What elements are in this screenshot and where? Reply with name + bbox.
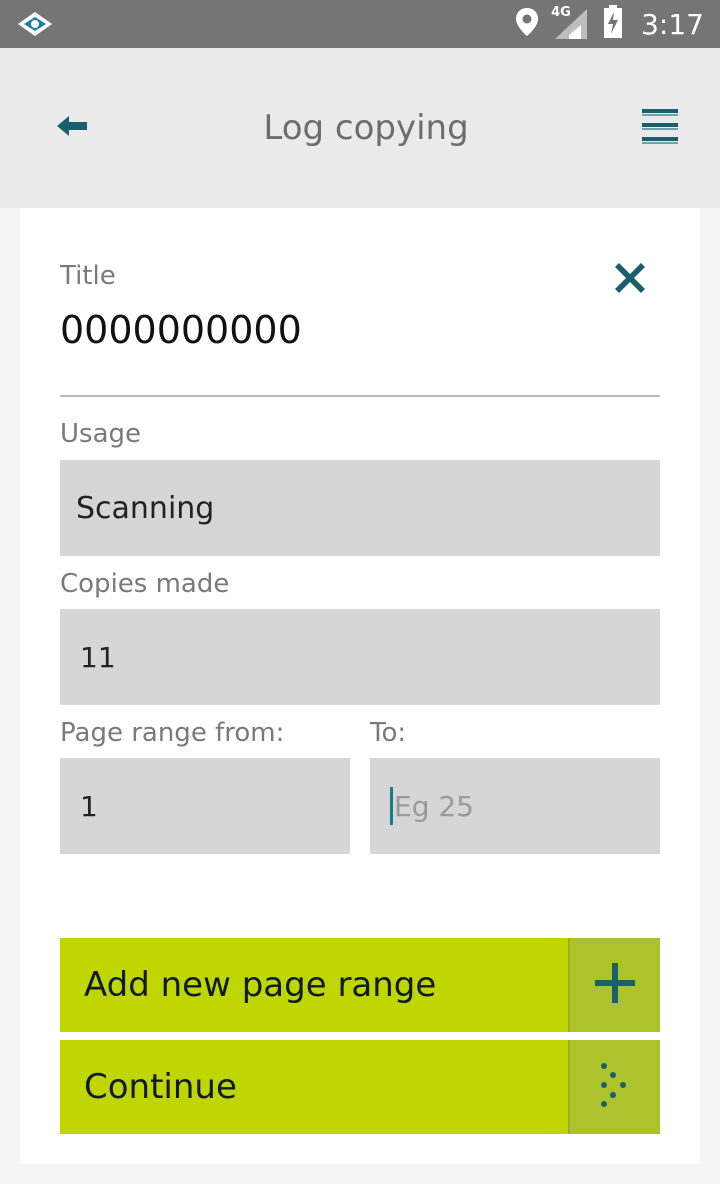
hamburger-menu-icon	[642, 108, 678, 148]
plus-icon	[593, 961, 637, 1009]
add-page-range-icon-area	[568, 938, 660, 1032]
clear-title-button[interactable]	[612, 262, 648, 298]
add-page-range-label: Add new page range	[84, 965, 437, 1005]
title-divider	[60, 395, 660, 397]
page-range-to-input[interactable]: Eg 25	[370, 758, 660, 854]
title-label: Title	[60, 261, 116, 291]
log-copying-form: Title 0000000000 Usage Scanning Copies m…	[20, 208, 700, 1164]
text-cursor	[390, 787, 393, 825]
battery-charging-icon	[603, 5, 623, 43]
location-icon	[515, 7, 539, 41]
page-range-from-value: 1	[80, 789, 98, 823]
menu-button[interactable]	[634, 104, 686, 152]
page-range-from-input[interactable]: 1	[60, 758, 350, 854]
status-bar: 4G 3:17	[0, 0, 720, 48]
page-title: Log copying	[263, 108, 469, 148]
continue-icon-area	[568, 1040, 660, 1134]
dotted-arrow-right-icon	[599, 1062, 631, 1112]
copies-made-input[interactable]: 11	[60, 609, 660, 705]
app-bar: Log copying	[0, 48, 720, 208]
page-range-to-placeholder: Eg 25	[394, 789, 474, 823]
add-page-range-button[interactable]: Add new page range	[60, 938, 660, 1032]
copies-made-value: 11	[80, 640, 116, 674]
signal-4g-icon: 4G	[551, 5, 591, 41]
page-range-to-label: To:	[370, 718, 407, 748]
usage-select[interactable]: Scanning	[60, 460, 660, 556]
usage-label: Usage	[60, 419, 142, 449]
usage-value: Scanning	[76, 490, 215, 526]
app-notification-icon	[16, 10, 54, 38]
close-icon	[615, 263, 645, 297]
page-range-from-label: Page range from:	[60, 718, 285, 748]
continue-label: Continue	[84, 1067, 237, 1107]
title-value: 0000000000	[60, 308, 302, 352]
status-time: 3:17	[641, 7, 704, 41]
continue-button[interactable]: Continue	[60, 1040, 660, 1134]
copies-made-label: Copies made	[60, 569, 230, 599]
network-type-label: 4G	[551, 5, 571, 20]
